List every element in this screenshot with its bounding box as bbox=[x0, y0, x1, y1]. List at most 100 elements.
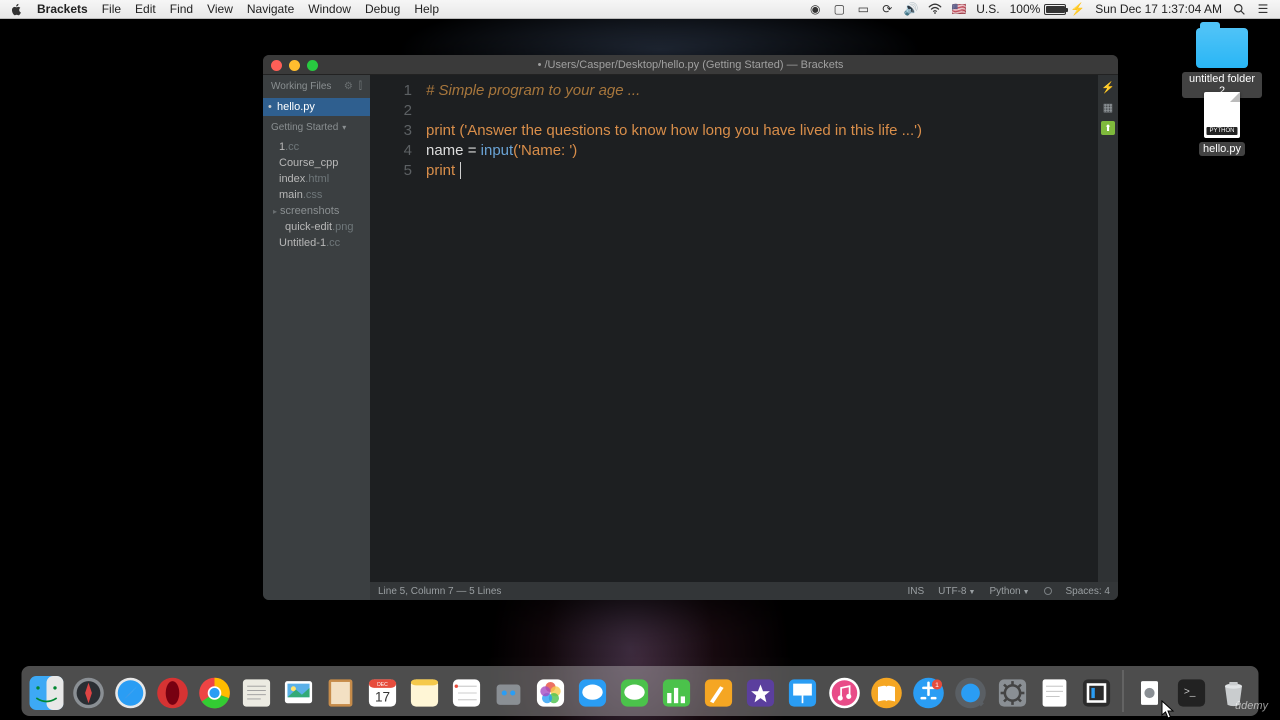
text-cursor bbox=[460, 162, 461, 179]
dock-textedit[interactable] bbox=[238, 674, 276, 712]
menu-navigate[interactable]: Navigate bbox=[247, 2, 294, 16]
status-position[interactable]: Line 5, Column 7 — 5 Lines bbox=[378, 586, 501, 597]
notification-center-icon[interactable]: ☰ bbox=[1256, 2, 1270, 16]
apple-menu[interactable] bbox=[10, 3, 23, 16]
tree-item-quickedit[interactable]: quick-edit.png bbox=[263, 219, 370, 235]
python-file-icon: PYTHON bbox=[1204, 92, 1240, 138]
menu-find[interactable]: Find bbox=[170, 2, 193, 16]
gear-icon[interactable]: ⚙ bbox=[344, 81, 353, 92]
dock-ibooks[interactable] bbox=[868, 674, 906, 712]
volume-icon[interactable]: 🔊 bbox=[904, 2, 918, 16]
mouse-cursor-icon bbox=[1161, 700, 1175, 720]
working-file-hello[interactable]: hello.py bbox=[263, 98, 370, 116]
dock-keynote[interactable] bbox=[784, 674, 822, 712]
desktop: Brackets File Edit Find View Navigate Wi… bbox=[0, 0, 1280, 720]
svg-text:DEC: DEC bbox=[377, 682, 388, 688]
desktop-file[interactable]: PYTHON hello.py bbox=[1182, 92, 1262, 156]
working-files-header[interactable]: Working Files ⚙ ⫿ bbox=[263, 75, 370, 98]
display-icon[interactable]: ▭ bbox=[856, 2, 870, 16]
svg-text:>_: >_ bbox=[1184, 687, 1196, 698]
dock-brackets[interactable] bbox=[1078, 674, 1116, 712]
dock-notes2[interactable] bbox=[1036, 674, 1074, 712]
window-title: • /Users/Casper/Desktop/hello.py (Gettin… bbox=[538, 59, 844, 71]
project-header[interactable]: Getting Started▾ bbox=[263, 116, 370, 139]
dock-launchpad[interactable] bbox=[70, 674, 108, 712]
screenrec-icon[interactable]: ◉ bbox=[808, 2, 822, 16]
dock: DEC17 1 >_ bbox=[22, 666, 1259, 716]
code-editor[interactable]: # Simple program to your age ... print (… bbox=[426, 75, 1098, 582]
menu-debug[interactable]: Debug bbox=[365, 2, 400, 16]
dock-preview[interactable] bbox=[280, 674, 318, 712]
status-encoding[interactable]: UTF-8▼ bbox=[938, 586, 975, 597]
menu-file[interactable]: File bbox=[102, 2, 121, 16]
menu-view[interactable]: View bbox=[207, 2, 233, 16]
minimize-button[interactable] bbox=[289, 60, 300, 71]
menu-window[interactable]: Window bbox=[308, 2, 351, 16]
window-controls bbox=[271, 60, 318, 71]
live-preview-icon[interactable]: ⚡ bbox=[1101, 81, 1115, 95]
status-lint-icon[interactable] bbox=[1044, 587, 1052, 595]
tree-item-untitled[interactable]: Untitled-1.cc bbox=[263, 235, 370, 251]
dock-safari[interactable] bbox=[112, 674, 150, 712]
dock-sysprefs[interactable] bbox=[994, 674, 1032, 712]
code-line-1: # Simple program to your age ... bbox=[426, 82, 640, 99]
code-line-3: print ('Answer the questions to know how… bbox=[426, 121, 1098, 141]
dock-separator bbox=[1123, 670, 1124, 712]
tree-item-1cc[interactable]: 1.cc bbox=[263, 139, 370, 155]
code-line-5: print bbox=[426, 161, 1098, 181]
file-label: hello.py bbox=[1199, 142, 1245, 156]
battery-percent: 100% bbox=[1010, 2, 1041, 16]
dock-appstore[interactable]: 1 bbox=[910, 674, 948, 712]
flag-icon[interactable]: 🇺🇸 bbox=[952, 2, 966, 16]
dock-notes[interactable] bbox=[406, 674, 444, 712]
tree-item-main[interactable]: main.css bbox=[263, 187, 370, 203]
gutter: 1 2 3 4 5 bbox=[370, 75, 426, 582]
dock-automator[interactable] bbox=[490, 674, 528, 712]
maximize-button[interactable] bbox=[307, 60, 318, 71]
desktop-folder[interactable]: untitled folder 2 bbox=[1182, 28, 1262, 98]
locale-label[interactable]: U.S. bbox=[976, 2, 999, 16]
battery-status[interactable]: 100% ⚡ bbox=[1010, 2, 1086, 16]
brackets-window: • /Users/Casper/Desktop/hello.py (Gettin… bbox=[263, 55, 1118, 600]
tree-item-index[interactable]: index.html bbox=[263, 171, 370, 187]
titlebar[interactable]: • /Users/Casper/Desktop/hello.py (Gettin… bbox=[263, 55, 1118, 75]
split-icon[interactable]: ⫿ bbox=[359, 81, 362, 92]
dock-opera[interactable] bbox=[154, 674, 192, 712]
dock-imovie[interactable] bbox=[742, 674, 780, 712]
charging-icon: ⚡ bbox=[1070, 2, 1085, 16]
dock-quicktime[interactable] bbox=[952, 674, 990, 712]
dock-messages[interactable] bbox=[616, 674, 654, 712]
wifi-icon[interactable] bbox=[928, 2, 942, 16]
folder-icon bbox=[1196, 28, 1248, 68]
dock-contacts[interactable] bbox=[322, 674, 360, 712]
plugin-icon[interactable]: ⬆ bbox=[1101, 121, 1115, 135]
clock[interactable]: Sun Dec 17 1:37:04 AM bbox=[1095, 2, 1222, 16]
dock-messages-blue[interactable] bbox=[574, 674, 612, 712]
dock-itunes[interactable] bbox=[826, 674, 864, 712]
dock-terminal[interactable]: >_ bbox=[1173, 674, 1211, 712]
tree-folder-screenshots[interactable]: screenshots bbox=[263, 203, 370, 219]
status-ins[interactable]: INS bbox=[907, 586, 924, 597]
menu-app-name[interactable]: Brackets bbox=[37, 2, 88, 16]
menu-edit[interactable]: Edit bbox=[135, 2, 156, 16]
right-rail: ⚡ ▦ ⬆ bbox=[1098, 75, 1118, 582]
close-button[interactable] bbox=[271, 60, 282, 71]
status-language[interactable]: Python▼ bbox=[989, 586, 1029, 597]
code-line-2 bbox=[426, 101, 1098, 121]
dock-pages[interactable] bbox=[700, 674, 738, 712]
file-badge: PYTHON bbox=[1206, 127, 1237, 135]
tree-item-course[interactable]: Course_cpp bbox=[263, 155, 370, 171]
status-spaces[interactable]: Spaces: 4 bbox=[1066, 586, 1110, 597]
dock-chrome[interactable] bbox=[196, 674, 234, 712]
dock-finder[interactable] bbox=[28, 674, 66, 712]
dock-photos[interactable] bbox=[532, 674, 570, 712]
extension-manager-icon[interactable]: ▦ bbox=[1101, 101, 1115, 115]
spotlight-icon[interactable] bbox=[1232, 2, 1246, 16]
dock-calendar[interactable]: DEC17 bbox=[364, 674, 402, 712]
working-files-label: Working Files bbox=[271, 81, 331, 92]
sync-icon[interactable]: ⟳ bbox=[880, 2, 894, 16]
dock-reminders[interactable] bbox=[448, 674, 486, 712]
menu-help[interactable]: Help bbox=[414, 2, 439, 16]
dock-numbers[interactable] bbox=[658, 674, 696, 712]
airplay-icon[interactable]: ▢ bbox=[832, 2, 846, 16]
